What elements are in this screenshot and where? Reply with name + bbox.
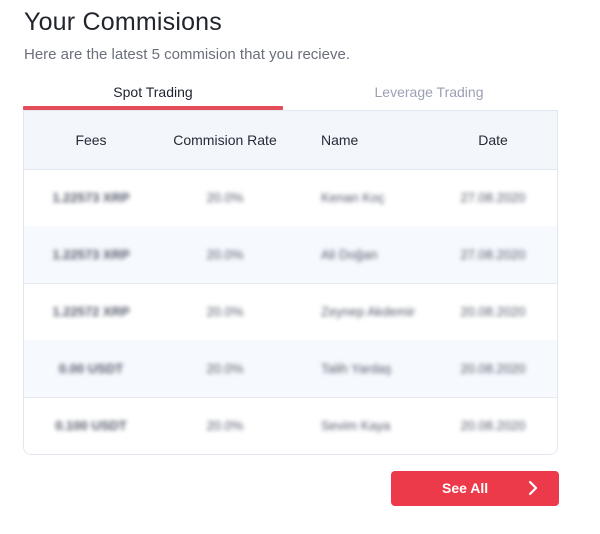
column-header-date: Date bbox=[478, 132, 508, 148]
page-subtitle: Here are the latest 5 commision that you… bbox=[24, 46, 350, 63]
table-row: 0.00 USDT 20.0% Talih Yardaş 20.08.2020 bbox=[24, 340, 557, 398]
name-cell: Zeynep Akdemir bbox=[321, 304, 415, 319]
date-cell: 27.08.2020 bbox=[460, 247, 526, 262]
name-cell: Talih Yardaş bbox=[321, 361, 392, 376]
date-cell: 20.08.2020 bbox=[460, 361, 526, 376]
table-row: 1.22572 XRP 20.0% Zeynep Akdemir 20.08.2… bbox=[24, 283, 557, 341]
chevron-right-icon bbox=[528, 480, 538, 496]
date-cell: 20.08.2020 bbox=[460, 418, 526, 433]
rate-cell: 20.0% bbox=[206, 247, 244, 262]
page-title: Your Commisions bbox=[24, 8, 222, 36]
rate-cell: 20.0% bbox=[206, 418, 244, 433]
tab-leverage-trading[interactable]: Leverage Trading bbox=[303, 80, 555, 110]
table-header-row: Fees Commision Rate Name Date bbox=[24, 111, 557, 170]
date-cell: 27.08.2020 bbox=[460, 190, 526, 205]
fees-cell: 1.22573 XRP bbox=[52, 190, 130, 205]
fees-cell: 1.22573 XRP bbox=[52, 247, 130, 262]
table-row: 1.22573 XRP 20.0% Ali Doğan 27.08.2020 bbox=[24, 226, 557, 284]
see-all-button[interactable]: See All bbox=[391, 471, 559, 506]
rate-cell: 20.0% bbox=[206, 304, 244, 319]
column-header-commision-rate: Commision Rate bbox=[173, 132, 277, 148]
column-header-name: Name bbox=[321, 132, 359, 148]
fees-cell: 0.00 USDT bbox=[58, 361, 124, 376]
tab-bar: Spot Trading Leverage Trading bbox=[23, 80, 559, 110]
rate-cell: 20.0% bbox=[206, 361, 244, 376]
column-header-fees: Fees bbox=[75, 132, 107, 148]
fees-cell: 0.100 USDT bbox=[55, 418, 127, 433]
rate-cell: 20.0% bbox=[206, 190, 244, 205]
table-row: 1.22573 XRP 20.0% Kenan Koç 27.08.2020 bbox=[24, 169, 557, 227]
name-cell: Sevim Kaya bbox=[321, 418, 391, 433]
date-cell: 20.08.2020 bbox=[460, 304, 526, 319]
name-cell: Kenan Koç bbox=[321, 190, 385, 205]
table-row: 0.100 USDT 20.0% Sevim Kaya 20.08.2020 bbox=[24, 397, 557, 454]
name-cell: Ali Doğan bbox=[321, 247, 378, 262]
fees-cell: 1.22572 XRP bbox=[52, 304, 130, 319]
commissions-table: Fees Commision Rate Name Date 1.22573 XR… bbox=[23, 110, 558, 455]
see-all-label: See All bbox=[442, 480, 489, 496]
